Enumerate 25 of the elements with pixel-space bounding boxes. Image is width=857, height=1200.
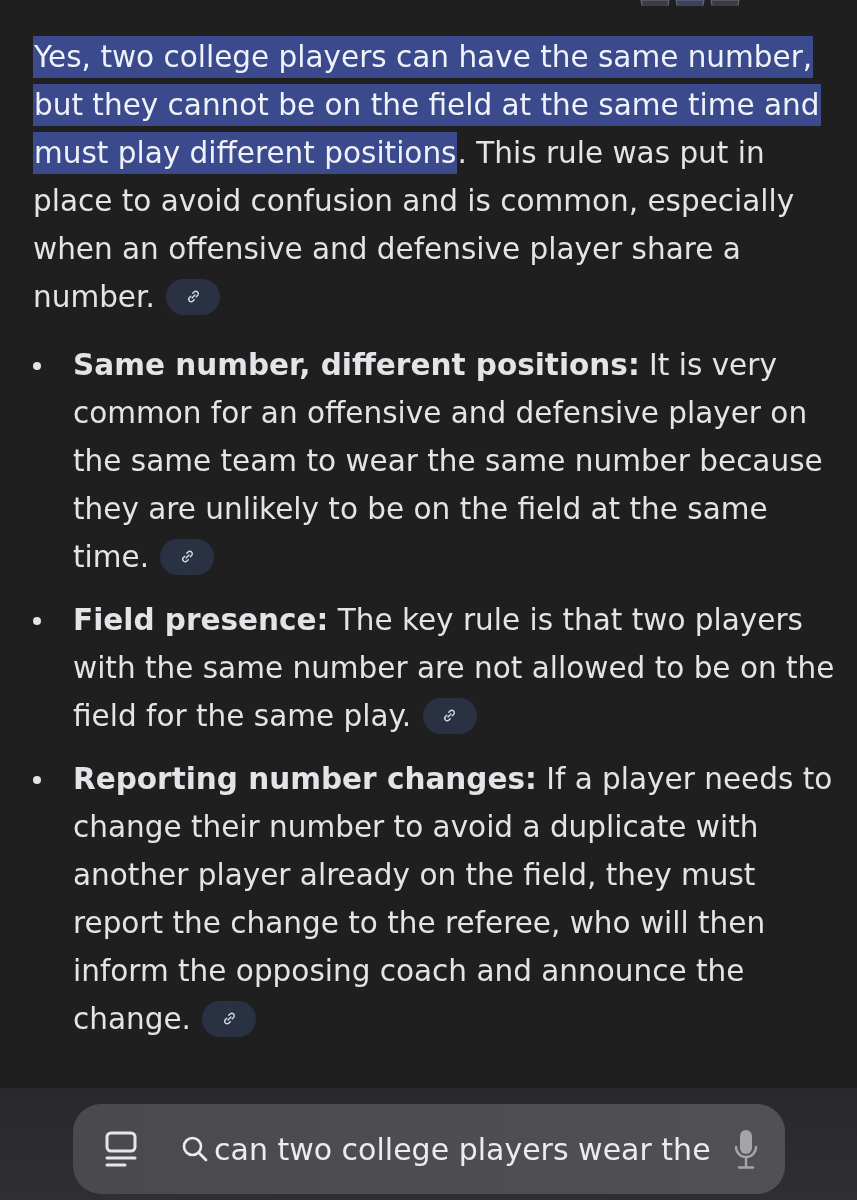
bullet-text: Same number, different positions: It is very common for an offensive and defensive player on the same team to wear the same number because they are unlikely to be on the field at the same time. <box>73 347 824 577</box>
link-icon <box>179 549 195 564</box>
microphone-button[interactable] <box>734 1129 758 1169</box>
link-icon <box>442 708 457 723</box>
search-icon <box>182 1136 208 1162</box>
bullet-text: Reporting number changes: If a player needs to change their number to avoid a duplicate with another player already on the field, they must report the change to the referee, who will then inform the opposing coach and announce the change. <box>73 761 834 1039</box>
tabs-icon <box>105 1131 137 1167</box>
bullet-icon <box>33 617 41 625</box>
source-link-button[interactable] <box>166 278 221 315</box>
answer-paragraph: Yes, two college players can have the same number, but they cannot be on the field at the same time and must play different positions. This rule was put in place to avoid confusion and is common, especially when an offensive and defensive player share a number. <box>33 33 840 321</box>
bullet-icon <box>33 362 41 370</box>
search-query: can two college players wear the <box>214 1131 712 1167</box>
bullet-icon <box>33 776 41 784</box>
link-icon <box>185 289 201 304</box>
source-link-button[interactable] <box>422 697 477 734</box>
microphone-icon <box>734 1129 758 1169</box>
source-link-button[interactable] <box>160 538 215 575</box>
tabs-button[interactable] <box>105 1131 137 1167</box>
bullet-text: Field presence: The key rule is that two players with the same number are not allowed to be on the field for the same play. <box>73 602 836 736</box>
avatar-icon <box>710 0 740 6</box>
search-field[interactable]: can two college players wear the <box>73 1104 785 1194</box>
avatar-icon <box>640 0 670 6</box>
link-icon <box>221 1011 237 1026</box>
source-link-button[interactable] <box>202 1000 257 1037</box>
avatar-icon <box>675 0 705 6</box>
